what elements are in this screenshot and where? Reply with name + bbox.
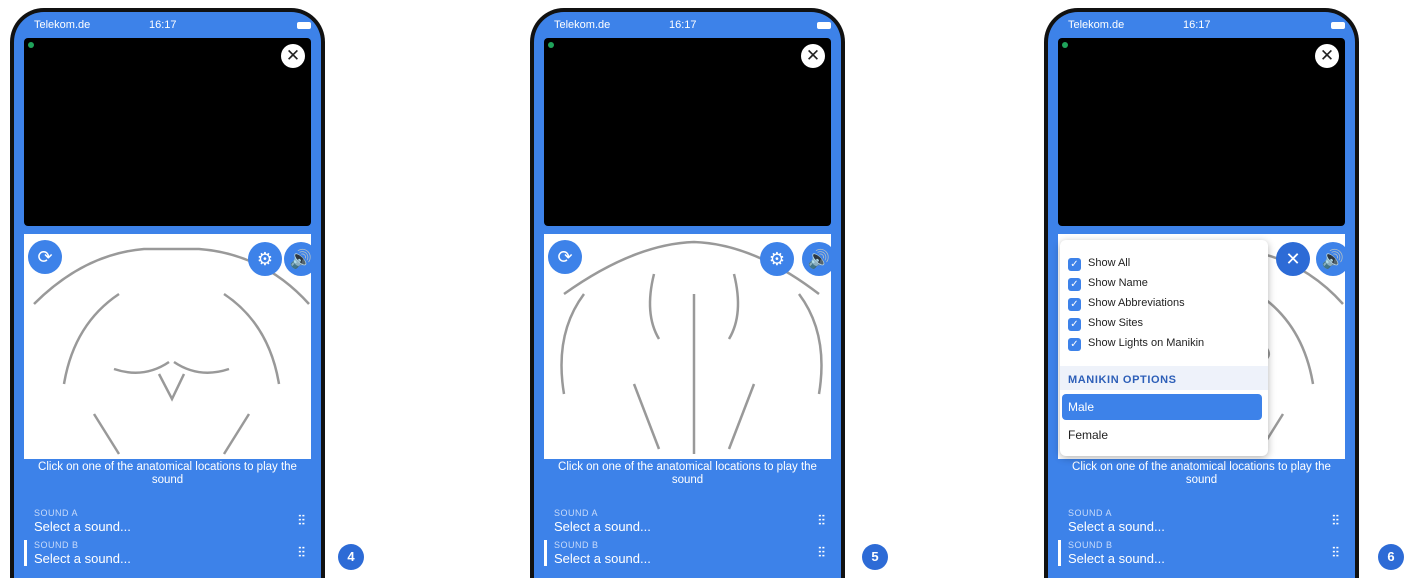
menu-item-label: Show Name [1088, 277, 1148, 289]
clock: 16:17 [1183, 19, 1211, 31]
close-icon[interactable]: ✕ [1315, 44, 1339, 68]
step-badge: 6 [1378, 544, 1404, 570]
gear-icon[interactable]: ⚙ [248, 242, 282, 276]
sound-b-label: SOUND B [1068, 540, 1113, 550]
option-female[interactable]: Female [1068, 428, 1108, 442]
speaker-icon[interactable]: 🔊 [284, 242, 311, 276]
sound-a-value: Select a sound... [1068, 519, 1165, 534]
instruction-text: Click on one of the anatomical locations… [558, 461, 817, 486]
sound-b-value: Select a sound... [34, 551, 131, 566]
equalizer-icon[interactable]: ⫶⫶ [298, 544, 305, 561]
manikin-options-header: MANIKIN OPTIONS [1060, 366, 1268, 390]
equalizer-icon[interactable]: ⫶⫶ [1332, 512, 1339, 529]
battery-icon [817, 22, 831, 29]
checkbox-checked-icon[interactable]: ✓ [1068, 298, 1081, 311]
close-settings-icon[interactable]: ✕ [1276, 242, 1310, 276]
menu-item-label: Show Sites [1088, 317, 1144, 329]
menu-item-label: Show Lights on Manikin [1088, 337, 1205, 349]
step-badge: 5 [862, 544, 888, 570]
status-bar: Telekom.de 16:17 [534, 12, 841, 38]
sound-a-value: Select a sound... [34, 519, 131, 534]
video-panel: ✕ [1058, 38, 1345, 226]
sound-a-row[interactable]: SOUND A Select a sound... ⫶⫶ [24, 508, 311, 538]
active-indicator [24, 540, 27, 566]
carrier-label: Telekom.de [34, 19, 91, 31]
recording-indicator [28, 42, 34, 48]
menu-item-label: Show All [1088, 257, 1131, 269]
battery-icon [1331, 22, 1345, 29]
section-title: MANIKIN OPTIONS [1068, 374, 1177, 386]
status-bar: Telekom.de 16:17 [1048, 12, 1355, 38]
equalizer-icon[interactable]: ⫶⫶ [818, 544, 825, 561]
rotate-icon[interactable]: ⟳ [548, 240, 582, 274]
carrier-label: Telekom.de [1068, 19, 1125, 31]
recording-indicator [548, 42, 554, 48]
sound-a-label: SOUND A [1068, 508, 1113, 518]
sound-b-value: Select a sound... [554, 551, 651, 566]
active-indicator [544, 540, 547, 566]
sound-b-value: Select a sound... [1068, 551, 1165, 566]
sound-b-row[interactable]: SOUND B Select a sound... ⫶⫶ [1058, 540, 1345, 570]
gear-icon[interactable]: ⚙ [760, 242, 794, 276]
speaker-icon[interactable]: 🔊 [1316, 242, 1345, 276]
sound-b-row[interactable]: SOUND B Select a sound... ⫶⫶ [544, 540, 831, 570]
manikin-panel[interactable]: ⟳ ⚙ 🔊 [24, 234, 311, 459]
instruction-text: Click on one of the anatomical locations… [38, 461, 297, 486]
equalizer-icon[interactable]: ⫶⫶ [298, 512, 305, 529]
sound-a-label: SOUND A [554, 508, 599, 518]
sound-a-label: SOUND A [34, 508, 79, 518]
sound-a-row[interactable]: SOUND A Select a sound... ⫶⫶ [544, 508, 831, 538]
instruction-text: Click on one of the anatomical locations… [1072, 461, 1331, 486]
checkbox-checked-icon[interactable]: ✓ [1068, 258, 1081, 271]
recording-indicator [1062, 42, 1068, 48]
manikin-panel[interactable]: ⟳ ⚙ 🔊 [544, 234, 831, 459]
clock: 16:17 [669, 19, 697, 31]
speaker-icon[interactable]: 🔊 [802, 242, 831, 276]
sound-a-row[interactable]: SOUND A Select a sound... ⫶⫶ [1058, 508, 1345, 538]
rotate-icon[interactable]: ⟳ [28, 240, 62, 274]
active-indicator [1058, 540, 1061, 566]
close-icon[interactable]: ✕ [281, 44, 305, 68]
video-panel: ✕ [544, 38, 831, 226]
settings-menu: ✓ Show All ✓ Show Name ✓ Show Abbreviati… [1060, 240, 1268, 456]
carrier-label: Telekom.de [554, 19, 611, 31]
phone-screen-front: Telekom.de 16:17 ✕ ⟳ ⚙ 🔊 Click on one of… [10, 8, 325, 578]
sound-b-label: SOUND B [34, 540, 79, 550]
equalizer-icon[interactable]: ⫶⫶ [818, 512, 825, 529]
checkbox-checked-icon[interactable]: ✓ [1068, 318, 1081, 331]
close-icon[interactable]: ✕ [801, 44, 825, 68]
video-panel: ✕ [24, 38, 311, 226]
equalizer-icon[interactable]: ⫶⫶ [1332, 544, 1339, 561]
clock: 16:17 [149, 19, 177, 31]
menu-item-label: Show Abbreviations [1088, 297, 1185, 309]
phone-screen-back: Telekom.de 16:17 ✕ ⟳ ⚙ 🔊 Click on one of… [530, 8, 845, 578]
sound-b-label: SOUND B [554, 540, 599, 550]
checkbox-checked-icon[interactable]: ✓ [1068, 278, 1081, 291]
checkbox-checked-icon[interactable]: ✓ [1068, 338, 1081, 351]
sound-b-row[interactable]: SOUND B Select a sound... ⫶⫶ [24, 540, 311, 570]
sound-a-value: Select a sound... [554, 519, 651, 534]
battery-icon [297, 22, 311, 29]
step-badge: 4 [338, 544, 364, 570]
status-bar: Telekom.de 16:17 [14, 12, 321, 38]
option-male[interactable]: Male [1062, 394, 1262, 420]
